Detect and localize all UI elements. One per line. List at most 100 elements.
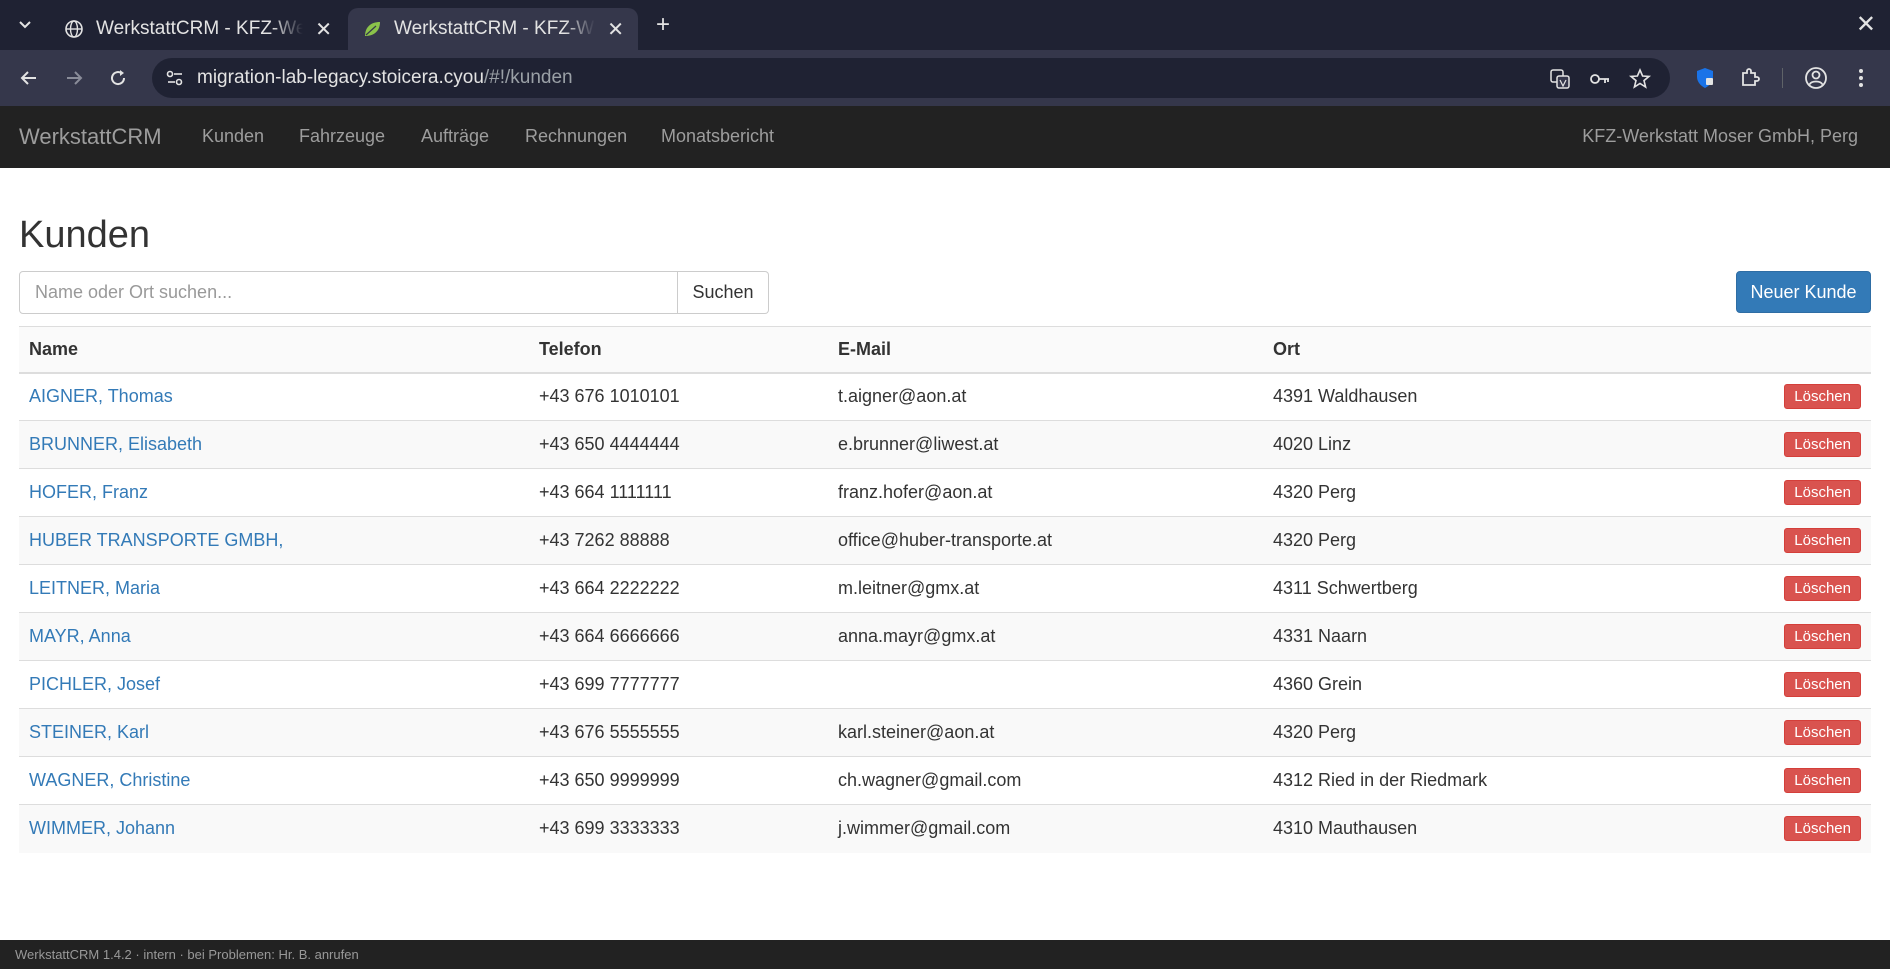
table-row: WIMMER, Johann +43 699 3333333 j.wimmer@…: [19, 804, 1871, 853]
delete-button[interactable]: Löschen: [1784, 432, 1861, 457]
nav-link-auftraege[interactable]: Aufträge: [421, 126, 489, 147]
close-tab-icon[interactable]: ✕: [607, 17, 624, 42]
delete-button[interactable]: Löschen: [1784, 672, 1861, 697]
delete-button[interactable]: Löschen: [1784, 576, 1861, 601]
customer-email: t.aigner@aon.at: [838, 386, 967, 407]
page-footer: WerkstattCRM 1.4.2 · intern · bei Proble…: [0, 940, 1890, 969]
customer-phone: +43 699 7777777: [539, 674, 680, 694]
customer-email: ch.wagner@gmail.com: [838, 770, 1022, 790]
close-tab-icon[interactable]: ✕: [315, 17, 332, 42]
reload-icon[interactable]: [104, 64, 132, 92]
key-icon[interactable]: [1588, 67, 1612, 91]
column-header-ort[interactable]: Ort: [1263, 326, 1723, 374]
address-bar[interactable]: migration-lab-legacy.stoicera.cyou/#!/ku…: [152, 58, 1670, 98]
company-name: KFZ-Werkstatt Moser GmbH, Perg: [1582, 126, 1858, 146]
customer-phone: +43 664 2222222: [539, 578, 680, 598]
customer-email: [828, 661, 1263, 709]
globe-icon: [65, 20, 83, 38]
customer-city: 4320 Perg: [1273, 722, 1357, 742]
delete-button[interactable]: Löschen: [1784, 720, 1861, 745]
customer-phone: +43 664 1111111: [539, 482, 672, 502]
page-title: Kunden: [19, 214, 151, 256]
customer-city: 4320 Perg: [1273, 530, 1357, 550]
table-row: MAYR, Anna +43 664 6666666 anna.mayr@gmx…: [19, 612, 1871, 661]
nav-link-kunden[interactable]: Kunden: [202, 126, 264, 147]
menu-kebab-icon[interactable]: [1848, 65, 1874, 91]
customer-city: 4310 Mauthausen: [1273, 818, 1418, 839]
customer-phone: +43 676 5555555: [539, 722, 680, 742]
table-row: AIGNER, Thomas +43 676 1010101 t.aigner@…: [19, 372, 1871, 421]
new-customer-button[interactable]: Neuer Kunde: [1736, 271, 1871, 313]
tab-title: WerkstattCRM - KFZ-Werkstatt Moser GmbH: [394, 18, 595, 39]
nav-link-monatsbericht[interactable]: Monatsbericht: [661, 126, 774, 147]
table-row: BRUNNER, Elisabeth +43 650 4444444 e.bru…: [19, 420, 1871, 469]
customer-email: m.leitner@gmx.at: [838, 578, 980, 598]
site-settings-icon[interactable]: [164, 67, 186, 89]
search-group: Suchen: [19, 271, 769, 314]
customer-name-link[interactable]: AIGNER, Thomas: [29, 386, 173, 406]
tab-search-chevron-icon[interactable]: [12, 12, 38, 38]
table-row: HUBER TRANSPORTE GMBH, +43 7262 88888 of…: [19, 516, 1871, 565]
nav-link-rechnungen[interactable]: Rechnungen: [525, 126, 627, 147]
table-row: HOFER, Franz +43 664 1111111 franz.hofer…: [19, 468, 1871, 517]
customer-name-link[interactable]: HOFER, Franz: [29, 482, 148, 502]
customer-email: karl.steiner@aon.at: [838, 722, 995, 742]
browser-tab-1[interactable]: WerkstattCRM - KFZ-Werkstatt Moser GmbH …: [50, 8, 346, 50]
browser-tabstrip: WerkstattCRM - KFZ-Werkstatt Moser GmbH …: [0, 0, 1890, 50]
customer-name-link[interactable]: HUBER TRANSPORTE GMBH,: [29, 530, 283, 550]
search-button[interactable]: Suchen: [678, 271, 769, 314]
extensions-puzzle-icon[interactable]: [1737, 65, 1763, 91]
customer-name-link[interactable]: PICHLER, Josef: [29, 674, 160, 694]
customer-name-link[interactable]: WIMMER, Johann: [29, 818, 175, 838]
customer-city: 4391 Waldhausen: [1273, 386, 1418, 407]
column-header-telefon[interactable]: Telefon: [529, 326, 828, 374]
customer-email: j.wimmer@gmail.com: [838, 818, 1011, 839]
customer-name-link[interactable]: MAYR, Anna: [29, 626, 131, 646]
customer-name-link[interactable]: WAGNER, Christine: [29, 770, 190, 790]
customer-city: 4312 Ried in der Riedmark: [1273, 770, 1488, 790]
extension-shield-icon[interactable]: [1692, 65, 1718, 91]
customer-phone: +43 7262 88888: [539, 530, 670, 550]
customer-city: 4311 Schwertberg: [1273, 578, 1418, 598]
customer-phone: +43 650 9999999: [539, 770, 680, 790]
customer-email: anna.mayr@gmx.at: [838, 626, 996, 646]
customer-city: 4020 Linz: [1273, 434, 1352, 454]
column-header-email[interactable]: E-Mail: [828, 326, 1263, 374]
customer-city: 4331 Naarn: [1273, 626, 1368, 646]
back-arrow-icon[interactable]: [15, 64, 43, 92]
url-text[interactable]: migration-lab-legacy.stoicera.cyou/#!/ku…: [197, 67, 573, 89]
delete-button[interactable]: Löschen: [1784, 768, 1861, 793]
footer-text: WerkstattCRM 1.4.2 · intern · bei Proble…: [15, 947, 359, 962]
brand-logo[interactable]: WerkstattCRM: [19, 124, 162, 150]
customer-city: 4360 Grein: [1273, 674, 1363, 694]
browser-tab-2[interactable]: WerkstattCRM - KFZ-Werkstatt Moser GmbH …: [348, 8, 638, 50]
tab-title: WerkstattCRM - KFZ-Werkstatt Moser GmbH: [96, 18, 304, 39]
delete-button[interactable]: Löschen: [1784, 624, 1861, 649]
customer-email: office@huber-transporte.at: [838, 530, 1053, 550]
customer-phone: +43 676 1010101: [539, 386, 680, 407]
delete-button[interactable]: Löschen: [1784, 384, 1861, 410]
customer-city: 4320 Perg: [1273, 482, 1357, 502]
delete-button[interactable]: Löschen: [1784, 528, 1861, 553]
table-row: PICHLER, Josef +43 699 7777777 4360 Grei…: [19, 660, 1871, 709]
bookmark-star-icon[interactable]: [1628, 67, 1652, 91]
nav-link-fahrzeuge[interactable]: Fahrzeuge: [299, 126, 385, 147]
customer-table: Name Telefon E-Mail Ort AIGNER, Thomas +…: [19, 326, 1871, 853]
customer-email: e.brunner@liwest.at: [838, 434, 999, 454]
customer-name-link[interactable]: STEINER, Karl: [29, 722, 149, 742]
forward-arrow-icon[interactable]: [60, 64, 88, 92]
translate-icon[interactable]: [1548, 67, 1572, 91]
customer-email: franz.hofer@aon.at: [838, 482, 993, 502]
window-close-icon[interactable]: ✕: [1856, 10, 1876, 39]
table-row: WAGNER, Christine +43 650 9999999 ch.wag…: [19, 756, 1871, 805]
profile-avatar-icon[interactable]: [1803, 65, 1829, 91]
customer-name-link[interactable]: LEITNER, Maria: [29, 578, 160, 598]
new-tab-plus-icon[interactable]: +: [650, 11, 676, 38]
leaf-icon: [365, 22, 380, 36]
column-header-name[interactable]: Name: [19, 326, 529, 374]
customer-name-link[interactable]: BRUNNER, Elisabeth: [29, 434, 202, 454]
delete-button[interactable]: Löschen: [1784, 480, 1861, 505]
search-input[interactable]: [19, 271, 678, 314]
delete-button[interactable]: Löschen: [1784, 816, 1861, 842]
table-row: LEITNER, Maria +43 664 2222222 m.leitner…: [19, 564, 1871, 613]
